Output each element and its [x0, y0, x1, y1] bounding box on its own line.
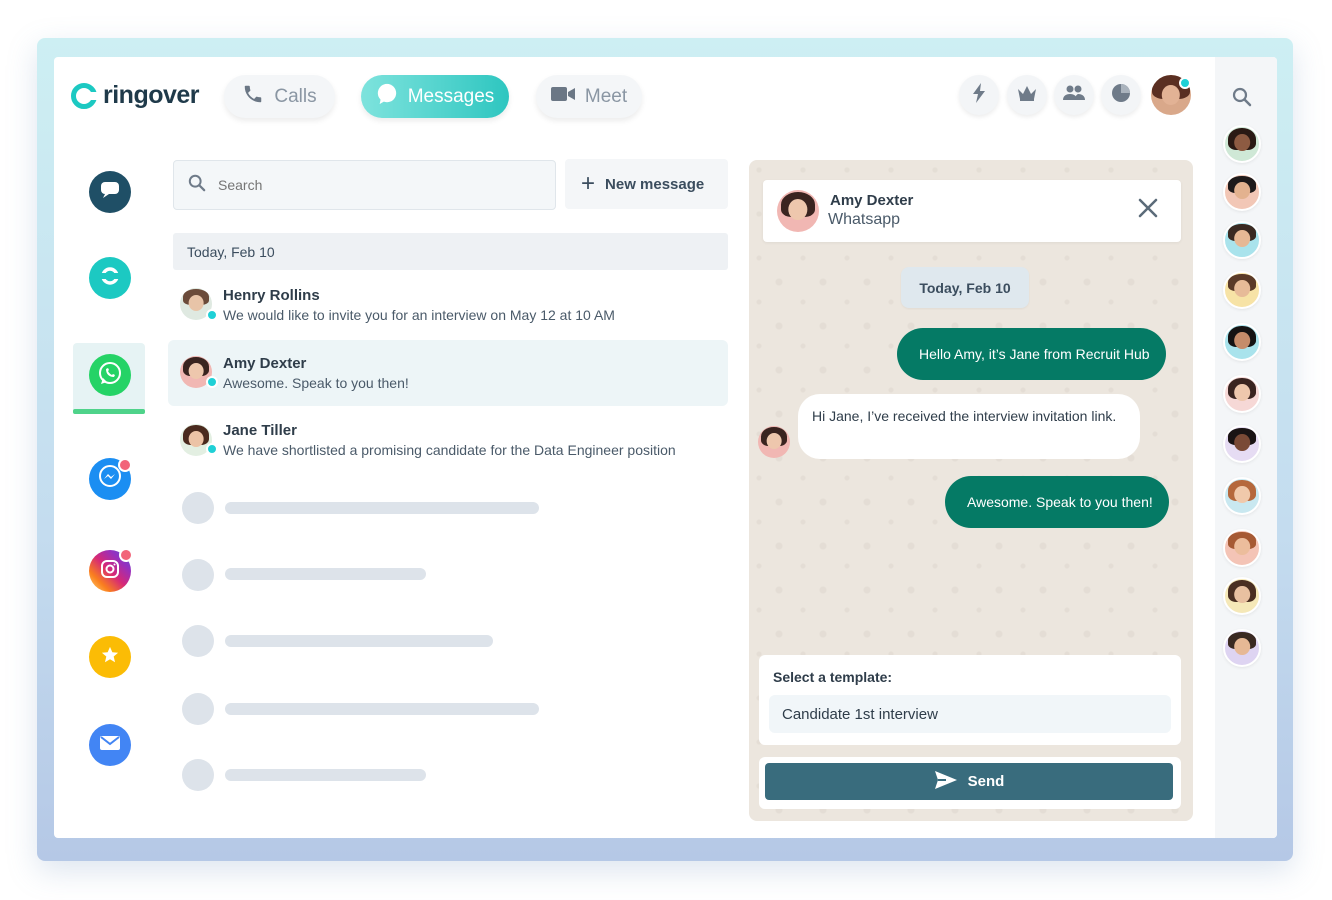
crown-icon: [1017, 85, 1037, 106]
instagram-notification-badge: [119, 548, 133, 562]
email-channel-button[interactable]: [89, 724, 131, 766]
template-select[interactable]: Candidate 1st interview: [769, 695, 1171, 733]
ringover-logo[interactable]: ringover: [71, 81, 200, 110]
outgoing-message: Awesome. Speak to you then!: [945, 476, 1169, 528]
pie-chart-button[interactable]: [1101, 75, 1141, 115]
people-button[interactable]: [1054, 75, 1094, 115]
send-label: Send: [967, 773, 1005, 790]
ringover-logo-mark: [71, 82, 98, 109]
tab-meet-label: Meet: [584, 85, 628, 107]
chat-contact-name: Amy Dexter: [830, 192, 914, 209]
send-button[interactable]: Send: [765, 763, 1173, 800]
outgoing-message: Hello Amy, it’s Jane from Recruit Hub: [897, 328, 1166, 380]
skeleton-line: [225, 635, 493, 647]
skeleton-line: [225, 502, 539, 514]
video-camera-icon: [550, 85, 575, 109]
instagram-icon: [100, 559, 120, 584]
online-status-dot: [1179, 77, 1191, 89]
contact-name: Jane Tiller: [223, 422, 297, 439]
chat-panel: Amy Dexter Whatsapp Today, Feb 10 Hello …: [749, 160, 1193, 821]
contact-avatar[interactable]: [1223, 271, 1261, 309]
search-icon: [188, 174, 206, 197]
tab-messages[interactable]: Messages: [361, 75, 509, 118]
plus-icon: +: [581, 170, 596, 197]
contact-avatar[interactable]: [1223, 425, 1261, 463]
lightning-icon: [972, 82, 986, 108]
search-input[interactable]: [218, 177, 518, 193]
online-status-dot: [206, 443, 218, 455]
skeleton-avatar: [182, 559, 214, 591]
contact-avatar[interactable]: [1223, 375, 1261, 413]
contact-avatar[interactable]: [1223, 323, 1261, 361]
tab-calls-label: Calls: [274, 85, 317, 107]
online-status-dot: [206, 376, 218, 388]
new-message-button[interactable]: + New message: [565, 159, 728, 209]
pie-chart-icon: [1111, 83, 1131, 108]
lightning-button[interactable]: [959, 75, 999, 115]
contact-name: Henry Rollins: [223, 287, 320, 304]
incoming-message: Hi Jane, I’ve received the interview inv…: [798, 394, 1140, 459]
template-label: Select a template:: [773, 669, 893, 685]
star-icon: [101, 646, 119, 669]
favorites-button[interactable]: [89, 636, 131, 678]
skeleton-avatar: [182, 492, 214, 524]
search-box[interactable]: [173, 160, 556, 210]
sms-chat-icon: [100, 181, 120, 204]
contact-avatar[interactable]: [1223, 221, 1261, 259]
ringover-icon: [99, 265, 121, 292]
contact-avatar: [777, 190, 819, 232]
whatsapp-channel-button[interactable]: [89, 354, 131, 396]
skeleton-avatar: [182, 693, 214, 725]
contact-avatar[interactable]: [1223, 125, 1261, 163]
sms-channel-button[interactable]: [89, 171, 131, 213]
conversation-item-jane-tiller[interactable]: Jane Tiller We have shortlisted a promis…: [168, 407, 728, 473]
message-preview: Awesome. Speak to you then!: [223, 375, 409, 391]
messenger-notification-badge: [118, 458, 132, 472]
ringover-channel-button[interactable]: [89, 257, 131, 299]
skeleton-line: [225, 769, 426, 781]
new-message-label: New message: [605, 175, 705, 193]
search-icon[interactable]: [1232, 87, 1252, 113]
tab-messages-label: Messages: [407, 85, 495, 107]
contact-avatar[interactable]: [1223, 173, 1261, 211]
phone-icon: [242, 83, 264, 111]
skeleton-line: [225, 568, 426, 580]
contact-avatar[interactable]: [1223, 629, 1261, 667]
message-preview: We have shortlisted a promising candidat…: [223, 442, 676, 458]
tab-calls[interactable]: Calls: [224, 75, 335, 118]
contact-avatar[interactable]: [1223, 477, 1261, 515]
skeleton-line: [225, 703, 539, 715]
chat-bubble-icon: [376, 83, 398, 111]
people-icon: [1063, 85, 1085, 106]
conversation-item-amy-dexter[interactable]: Amy Dexter Awesome. Speak to you then!: [168, 340, 728, 406]
conversation-day-header: Today, Feb 10: [173, 233, 728, 270]
close-icon[interactable]: [1137, 196, 1159, 224]
message-preview: We would like to invite you for an inter…: [223, 307, 615, 323]
brand-name: ringover: [103, 81, 200, 109]
crown-button[interactable]: [1007, 75, 1047, 115]
contact-name: Amy Dexter: [223, 355, 307, 372]
mail-icon: [99, 735, 121, 756]
template-selector: Select a template: Candidate 1st intervi…: [759, 655, 1181, 745]
chat-date-pill: Today, Feb 10: [901, 267, 1029, 308]
skeleton-avatar: [182, 625, 214, 657]
contact-avatar[interactable]: [1223, 577, 1261, 615]
send-icon: [934, 770, 958, 794]
chat-header: Amy Dexter Whatsapp: [763, 180, 1181, 242]
whatsapp-icon: [97, 360, 123, 391]
tab-meet[interactable]: Meet: [536, 75, 642, 118]
contact-avatar-small: [758, 426, 790, 458]
send-area: Send: [759, 757, 1181, 809]
conversation-item-henry-rollins[interactable]: Henry Rollins We would like to invite yo…: [168, 271, 728, 337]
skeleton-avatar: [182, 759, 214, 791]
app-window: ringover Calls Messages Meet Search + Ne…: [54, 57, 1277, 838]
online-status-dot: [206, 309, 218, 321]
contact-avatar[interactable]: [1223, 529, 1261, 567]
chat-channel-name: Whatsapp: [828, 211, 901, 228]
